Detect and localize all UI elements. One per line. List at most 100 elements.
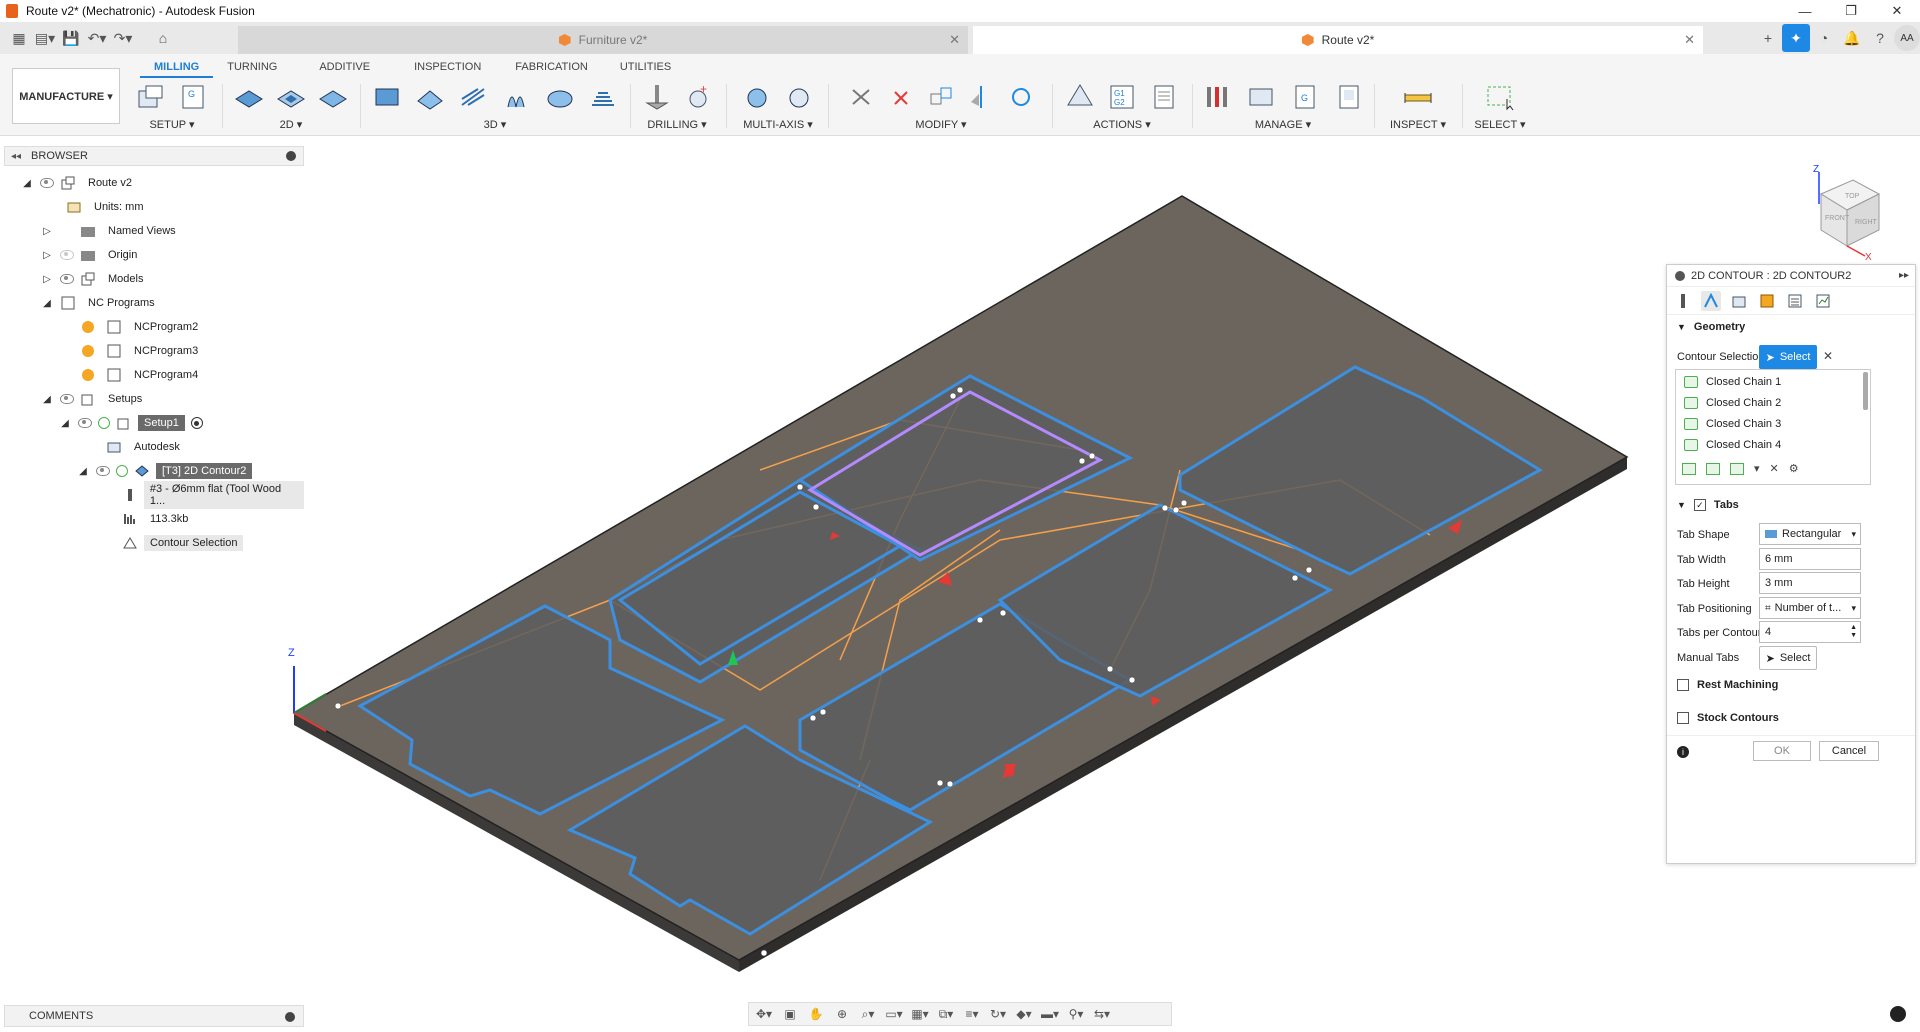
measure-icon[interactable] — [1401, 81, 1435, 113]
expanded-toggle-icon[interactable]: ◢ — [40, 298, 54, 309]
geometry-section[interactable]: ▼ Geometry — [1677, 321, 1745, 333]
tab-milling[interactable]: MILLING — [140, 58, 214, 78]
orbit-icon[interactable]: ✥▾ — [753, 1005, 775, 1023]
tabs-section[interactable]: ▼ ✓ Tabs — [1677, 499, 1739, 511]
job-status-icon[interactable]: ◔ — [1810, 24, 1838, 52]
viewports-icon[interactable]: ⧉▾ — [935, 1005, 957, 1023]
expanded-toggle-icon[interactable]: ◢ — [76, 466, 90, 477]
info-icon[interactable]: i — [1677, 746, 1689, 758]
new-tab-icon[interactable]: + — [1754, 24, 1782, 52]
expanded-toggle-icon[interactable]: ◢ — [20, 178, 34, 189]
swarf-icon[interactable] — [740, 81, 774, 113]
tree-node-autodesk[interactable]: Autodesk — [100, 436, 186, 458]
activate-setup-icon[interactable] — [190, 417, 203, 429]
threed-group-label[interactable]: 3D ▾ — [370, 118, 620, 131]
tab-utilities[interactable]: UTILITIES — [606, 58, 685, 78]
tab-geometry-icon[interactable] — [1701, 290, 1721, 311]
tabs-checkbox[interactable]: ✓ — [1693, 499, 1706, 511]
tab-route[interactable]: Route v2* ✕ — [973, 26, 1703, 54]
tree-node-contour-selection[interactable]: Contour Selection — [116, 532, 244, 554]
section-collapse-icon[interactable]: ▼ — [1677, 322, 1686, 332]
browser-header[interactable]: ◂◂ BROWSER — [4, 146, 304, 166]
twod-group-label[interactable]: 2D ▾ — [232, 118, 350, 131]
add-silhouette-icon[interactable] — [1730, 462, 1744, 475]
pattern-icon[interactable] — [924, 81, 958, 113]
tree-node-tool[interactable]: #3 - Ø6mm flat (Tool Wood 1... — [116, 481, 304, 509]
user-avatar[interactable]: AA — [1894, 25, 1920, 51]
visibility-eye-icon[interactable] — [40, 178, 54, 188]
mirror-icon[interactable] — [964, 81, 998, 113]
look-at-icon[interactable]: ▣ — [779, 1005, 801, 1023]
chain-settings-icon[interactable]: ⚙ — [1789, 462, 1799, 475]
pan-icon[interactable]: ✋ — [805, 1005, 827, 1023]
notifications-icon[interactable]: 🔔 — [1838, 24, 1866, 52]
tabs-per-contour-stepper[interactable]: 4 ▲ ▼ — [1759, 621, 1861, 643]
visibility-eye-icon[interactable] — [60, 274, 74, 284]
list-item[interactable]: Closed Chain 2 — [1684, 393, 1781, 413]
tab-positioning-select[interactable]: ⌗ Number of t... ▾ — [1759, 597, 1861, 619]
expanded-toggle-icon[interactable]: ◢ — [58, 418, 72, 429]
contour-select-button[interactable]: ➤ Select — [1759, 345, 1817, 369]
list-item[interactable]: Closed Chain 4 — [1684, 435, 1781, 455]
tab-tool-icon[interactable] — [1673, 291, 1693, 311]
tree-node-file-size[interactable]: 113.3kb — [116, 508, 194, 530]
tree-node-ncprogram2[interactable]: NCProgram2 — [82, 316, 204, 338]
steep-shallow-icon[interactable] — [457, 81, 490, 113]
tab-heights-icon[interactable] — [1729, 291, 1749, 311]
grid-menu-icon[interactable]: ▦ — [6, 25, 32, 51]
select-group-label[interactable]: SELECT ▾ — [1468, 118, 1532, 131]
3d-viewport[interactable]: Z — [280, 140, 1650, 1000]
inspect-group-label[interactable]: INSPECT ▾ — [1384, 118, 1452, 131]
modify-group-label[interactable]: MODIFY ▾ — [836, 118, 1046, 131]
chat-icon[interactable] — [1890, 1006, 1906, 1022]
post-process-icon[interactable]: G1 G2 — [1105, 81, 1139, 113]
collapse-browser-icon[interactable]: ◂◂ — [11, 151, 21, 162]
tree-node-setups[interactable]: ◢ Setups — [40, 388, 148, 410]
rotate-icon[interactable]: ↻▾ — [987, 1005, 1009, 1023]
delete-toolpath-icon[interactable] — [884, 81, 918, 113]
setup-group-label[interactable]: SETUP ▾ — [132, 118, 212, 131]
expand-dialog-icon[interactable]: ▸▸ — [1899, 270, 1909, 281]
minimize-button[interactable]: — — [1782, 0, 1828, 22]
comments-panel[interactable]: COMMENTS — [4, 1005, 304, 1027]
save-icon[interactable]: 💾 — [58, 25, 84, 51]
section-collapse-icon[interactable]: ▼ — [1677, 500, 1686, 510]
tree-node-ncprogram3[interactable]: NCProgram3 — [82, 340, 204, 362]
grid-icon[interactable]: ▦▾ — [909, 1005, 931, 1023]
help-icon[interactable]: ? — [1866, 24, 1894, 52]
tool-library-icon[interactable] — [1200, 81, 1234, 113]
stock-contours-section[interactable]: Stock Contours — [1677, 712, 1779, 724]
add-chain-icon[interactable] — [1682, 462, 1696, 475]
display-settings-icon[interactable]: ▭▾ — [883, 1005, 905, 1023]
zoom-icon[interactable]: ⊕ — [831, 1005, 853, 1023]
setup-sheet-icon[interactable] — [1147, 81, 1181, 113]
chain-list-scrollbar[interactable] — [1863, 372, 1868, 410]
collapsed-toggle-icon[interactable]: ▷ — [40, 274, 54, 285]
tab-height-field[interactable]: 3 mm — [1759, 572, 1861, 594]
tree-node-contour-op[interactable]: ◢ [T3] 2D Contour2 — [76, 460, 253, 482]
tab-turning[interactable]: TURNING — [213, 58, 291, 78]
filter-icon[interactable]: ⚲▾ — [1065, 1005, 1087, 1023]
tab-furniture[interactable]: Furniture v2* ✕ — [238, 26, 968, 54]
stock-contours-checkbox[interactable] — [1677, 712, 1689, 724]
tab-shape-select[interactable]: Rectangular ▾ — [1759, 523, 1861, 545]
tab-linking-icon[interactable] — [1785, 291, 1805, 311]
close-tab-icon[interactable]: ✕ — [1684, 32, 1695, 48]
clear-selection-icon[interactable]: ✕ — [1823, 349, 1833, 363]
machine-display-icon[interactable]: ≡▾ — [961, 1005, 983, 1023]
ok-button[interactable]: OK — [1753, 741, 1811, 761]
fit-icon[interactable]: ⌕▾ — [857, 1005, 879, 1023]
simulate-icon[interactable] — [1063, 81, 1097, 113]
scallop-icon[interactable] — [500, 81, 533, 113]
more-options-icon[interactable]: ▾ — [1754, 462, 1760, 475]
template-library-icon[interactable] — [1332, 81, 1366, 113]
tree-node-units[interactable]: Units: mm — [60, 196, 150, 218]
tree-node-origin[interactable]: ▷ Origin — [40, 244, 143, 266]
remove-chain-icon[interactable]: ✕ — [1770, 462, 1779, 475]
tab-inspection[interactable]: INSPECTION — [398, 58, 497, 78]
collapsed-toggle-icon[interactable]: ▷ — [40, 250, 54, 261]
expanded-toggle-icon[interactable]: ◢ — [40, 394, 54, 405]
comments-options-icon[interactable] — [285, 1012, 295, 1022]
maximize-button[interactable]: ❐ — [1828, 0, 1874, 22]
face-icon[interactable] — [316, 81, 350, 113]
